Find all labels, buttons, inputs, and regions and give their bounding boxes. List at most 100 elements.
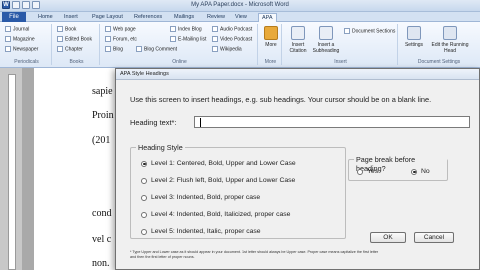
book-icon bbox=[57, 26, 63, 32]
level-2-option[interactable]: Level 2: Flush left, Bold, Upper and Low… bbox=[141, 177, 295, 184]
vertical-ruler bbox=[0, 68, 22, 270]
more-icon bbox=[264, 26, 278, 40]
document-line: non. bbox=[92, 258, 110, 269]
group-periodicals: Journal Magazine Newspaper Periodicals bbox=[2, 24, 52, 65]
e-mailing-list-button[interactable]: E-Mailing list bbox=[170, 36, 206, 43]
subheading-icon bbox=[319, 26, 333, 40]
settings-button[interactable]: Settings bbox=[402, 26, 426, 48]
page-break-group: Page break before heading? Yes No bbox=[348, 155, 448, 181]
page-break-no-option[interactable]: No bbox=[411, 168, 430, 175]
running-head-icon bbox=[443, 26, 457, 40]
group-books: Book Edited Book Chapter Books bbox=[54, 24, 100, 65]
newspaper-icon bbox=[5, 46, 11, 52]
book-button[interactable]: Book bbox=[57, 26, 76, 33]
title-bar: W My APA Paper.docx - Microsoft Word bbox=[0, 0, 480, 12]
citation-icon bbox=[291, 26, 305, 40]
forum-button[interactable]: Forum, etc bbox=[105, 36, 137, 43]
group-label: Document Settings bbox=[417, 59, 461, 65]
dialog-title[interactable]: APA Style Headings bbox=[116, 69, 479, 80]
group-online: Web page Forum, etc Blog Index Blog E-Ma… bbox=[102, 24, 258, 65]
ribbon-tabs: File Home Insert Page Layout References … bbox=[0, 12, 480, 22]
dialog-footnote: * Type Upper and Lower case as it should… bbox=[130, 250, 379, 259]
radio-icon[interactable] bbox=[141, 177, 147, 184]
tab-mailings[interactable]: Mailings bbox=[174, 13, 194, 22]
tab-insert[interactable]: Insert bbox=[64, 13, 78, 22]
tab-view[interactable]: View bbox=[235, 13, 247, 22]
group-document-settings: Settings Edit the Running Head Document … bbox=[400, 24, 478, 65]
heading-style-group: Heading Style Level 1: Centered, Bold, U… bbox=[130, 143, 346, 239]
text-cursor bbox=[200, 118, 201, 127]
edited-book-icon bbox=[57, 36, 63, 42]
document-line: vel c bbox=[92, 234, 112, 245]
radio-icon[interactable] bbox=[357, 168, 363, 175]
blog-button[interactable]: Blog bbox=[105, 46, 123, 53]
radio-selected-icon[interactable] bbox=[411, 168, 417, 175]
wikipedia-button[interactable]: Wikipedia bbox=[212, 46, 242, 53]
document-line: (201 bbox=[92, 135, 111, 146]
audio-podcast-button[interactable]: Audio Podcast bbox=[212, 26, 252, 33]
gear-icon bbox=[407, 26, 421, 40]
group-label: More bbox=[264, 59, 277, 65]
wikipedia-icon bbox=[212, 46, 218, 52]
group-label: Insert bbox=[334, 59, 347, 65]
index-blog-icon bbox=[170, 26, 176, 32]
cancel-button[interactable]: Cancel bbox=[414, 232, 454, 243]
blog-comment-icon bbox=[136, 46, 142, 52]
magazine-icon bbox=[5, 36, 11, 42]
radio-icon[interactable] bbox=[141, 228, 147, 235]
mailing-list-icon bbox=[170, 36, 176, 42]
group-label: Online bbox=[172, 59, 187, 65]
window-title: My APA Paper.docx - Microsoft Word bbox=[191, 2, 289, 8]
newspaper-button[interactable]: Newspaper bbox=[5, 46, 38, 53]
group-more: More More bbox=[260, 24, 282, 65]
edit-running-head-button[interactable]: Edit the Running Head bbox=[430, 26, 470, 54]
web-page-icon bbox=[105, 26, 111, 32]
video-podcast-button[interactable]: Video Podcast bbox=[212, 36, 252, 43]
level-3-option[interactable]: Level 3: Indented, Bold, proper case bbox=[141, 194, 260, 201]
heading-text-input[interactable] bbox=[194, 116, 470, 128]
group-label: Periodicals bbox=[14, 59, 39, 65]
tab-home[interactable]: Home bbox=[38, 13, 53, 22]
magazine-button[interactable]: Magazine bbox=[5, 36, 35, 43]
chapter-button[interactable]: Chapter bbox=[57, 46, 83, 53]
ok-button[interactable]: OK bbox=[370, 232, 406, 243]
level-5-option[interactable]: Level 5: Indented, Italic, proper case bbox=[141, 228, 261, 235]
dialog-instruction: Use this screen to insert headings, e.g.… bbox=[130, 95, 432, 104]
tab-apa[interactable]: APA bbox=[258, 13, 277, 22]
insert-citation-button[interactable]: Insert Citation bbox=[286, 26, 310, 54]
page-break-yes-option[interactable]: Yes bbox=[357, 168, 378, 175]
journal-icon bbox=[5, 26, 11, 32]
audio-podcast-icon bbox=[212, 26, 218, 32]
radio-selected-icon[interactable] bbox=[141, 160, 147, 167]
heading-text-label: Heading text*: bbox=[130, 118, 177, 127]
forum-icon bbox=[105, 36, 111, 42]
document-line: Proin bbox=[92, 110, 114, 121]
radio-icon[interactable] bbox=[141, 194, 147, 201]
tab-references[interactable]: References bbox=[134, 13, 162, 22]
blog-comment-button[interactable]: Blog Comment bbox=[136, 46, 177, 53]
index-blog-button[interactable]: Index Blog bbox=[170, 26, 202, 33]
edited-book-button[interactable]: Edited Book bbox=[57, 36, 92, 43]
group-insert: Insert Citation Insert a Subheading Docu… bbox=[284, 24, 398, 65]
blog-icon bbox=[105, 46, 111, 52]
more-button[interactable]: More bbox=[263, 26, 279, 48]
group-label: Books bbox=[69, 59, 84, 65]
tab-page-layout[interactable]: Page Layout bbox=[92, 13, 123, 22]
tab-review[interactable]: Review bbox=[207, 13, 225, 22]
apa-headings-dialog: APA Style Headings Use this screen to in… bbox=[115, 68, 480, 270]
video-podcast-icon bbox=[212, 36, 218, 42]
web-page-button[interactable]: Web page bbox=[105, 26, 136, 33]
radio-icon[interactable] bbox=[141, 211, 147, 218]
sections-icon bbox=[344, 28, 350, 34]
ribbon: Journal Magazine Newspaper Periodicals B… bbox=[0, 22, 480, 68]
journal-button[interactable]: Journal bbox=[5, 26, 29, 33]
level-4-option[interactable]: Level 4: Indented, Bold, Italicized, pro… bbox=[141, 211, 290, 218]
insert-subheading-button[interactable]: Insert a Subheading bbox=[312, 26, 340, 54]
chapter-icon bbox=[57, 46, 63, 52]
heading-style-legend: Heading Style bbox=[136, 143, 185, 152]
document-line: cond bbox=[92, 208, 112, 219]
tab-file[interactable]: File bbox=[2, 12, 26, 22]
document-sections-button[interactable]: Document Sections bbox=[344, 28, 395, 35]
document-line: sapie bbox=[92, 86, 113, 97]
level-1-option[interactable]: Level 1: Centered, Bold, Upper and Lower… bbox=[141, 160, 296, 167]
